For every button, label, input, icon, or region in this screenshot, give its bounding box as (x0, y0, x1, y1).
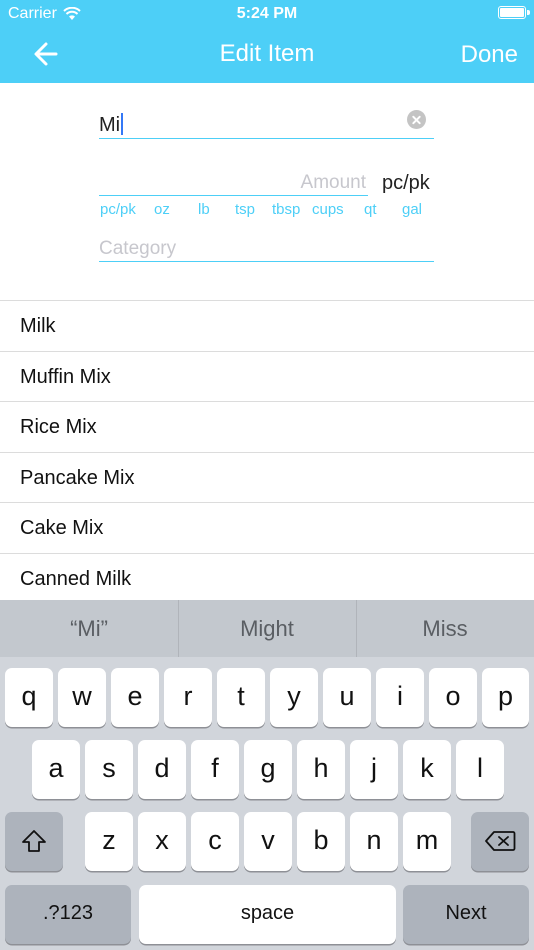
suggestion-item[interactable]: Canned Milk (0, 554, 534, 602)
key-s[interactable]: s (85, 740, 133, 799)
keyboard: “Mi” Might Miss q w e r t y u i o p a s … (0, 600, 534, 950)
numbers-key[interactable]: .?123 (5, 885, 131, 944)
key-w[interactable]: w (58, 668, 106, 727)
prediction-item[interactable]: Miss (356, 600, 534, 657)
shift-arrow-icon (22, 829, 46, 852)
key-n[interactable]: n (350, 812, 398, 871)
clock: 5:24 PM (236, 5, 298, 22)
key-v[interactable]: v (244, 812, 292, 871)
space-key[interactable]: space (139, 885, 396, 944)
selected-unit-label: pc/pk (382, 172, 430, 194)
key-x[interactable]: x (138, 812, 186, 871)
unit-option-qt[interactable]: qt (364, 201, 377, 218)
item-name-field[interactable]: Mi (99, 109, 434, 139)
key-p[interactable]: p (482, 668, 529, 727)
amount-field[interactable]: Amount (99, 169, 368, 196)
key-t[interactable]: t (217, 668, 265, 727)
app-header: Carrier 5:24 PM Edit Item Done (0, 0, 534, 83)
done-button[interactable]: Done (461, 41, 518, 69)
suggestion-item[interactable]: Pancake Mix (0, 453, 534, 503)
category-field[interactable]: Category (99, 235, 434, 262)
suggestion-list: Milk Muffin Mix Rice Mix Pancake Mix Cak… (0, 300, 534, 601)
key-f[interactable]: f (191, 740, 239, 799)
key-j[interactable]: j (350, 740, 398, 799)
key-h[interactable]: h (297, 740, 345, 799)
delete-key[interactable] (471, 812, 529, 871)
suggestion-item[interactable]: Muffin Mix (0, 352, 534, 402)
key-l[interactable]: l (456, 740, 504, 799)
key-d[interactable]: d (138, 740, 186, 799)
key-y[interactable]: y (270, 668, 318, 727)
category-placeholder: Category (99, 238, 177, 259)
suggestion-item[interactable]: Rice Mix (0, 402, 534, 453)
key-b[interactable]: b (297, 812, 345, 871)
next-key[interactable]: Next (403, 885, 529, 944)
nav-bar: Edit Item Done (0, 28, 534, 83)
key-o[interactable]: o (429, 668, 477, 727)
key-g[interactable]: g (244, 740, 292, 799)
key-r[interactable]: r (164, 668, 212, 727)
key-m[interactable]: m (403, 812, 451, 871)
suggestion-item[interactable]: Cake Mix (0, 503, 534, 554)
unit-option-pc-pk[interactable]: pc/pk (100, 201, 136, 218)
suggestion-item[interactable]: Milk (0, 301, 534, 352)
predictive-bar: “Mi” Might Miss (0, 600, 534, 657)
unit-option-lb[interactable]: lb (198, 201, 210, 218)
key-k[interactable]: k (403, 740, 451, 799)
item-form: Mi Amount pc/pk pc/pk oz lb tsp tbsp cup… (0, 83, 534, 300)
key-e[interactable]: e (111, 668, 159, 727)
unit-option-cups[interactable]: cups (312, 201, 344, 218)
status-bar: Carrier 5:24 PM (0, 0, 534, 28)
amount-placeholder: Amount (300, 172, 366, 193)
prediction-item[interactable]: “Mi” (0, 600, 178, 657)
clear-text-icon[interactable] (407, 110, 426, 129)
key-a[interactable]: a (32, 740, 80, 799)
unit-option-gal[interactable]: gal (402, 201, 422, 218)
key-i[interactable]: i (376, 668, 424, 727)
key-u[interactable]: u (323, 668, 371, 727)
text-caret (121, 113, 124, 135)
key-q[interactable]: q (5, 668, 53, 727)
unit-option-tbsp[interactable]: tbsp (272, 201, 300, 218)
shift-key[interactable] (5, 812, 63, 871)
battery-icon (498, 6, 530, 19)
prediction-item[interactable]: Might (178, 600, 356, 657)
page-title: Edit Item (219, 40, 315, 67)
item-name-value: Mi (99, 113, 124, 137)
key-c[interactable]: c (191, 812, 239, 871)
unit-option-oz[interactable]: oz (154, 201, 170, 218)
key-z[interactable]: z (85, 812, 133, 871)
backspace-icon (485, 830, 516, 851)
unit-option-tsp[interactable]: tsp (235, 201, 255, 218)
